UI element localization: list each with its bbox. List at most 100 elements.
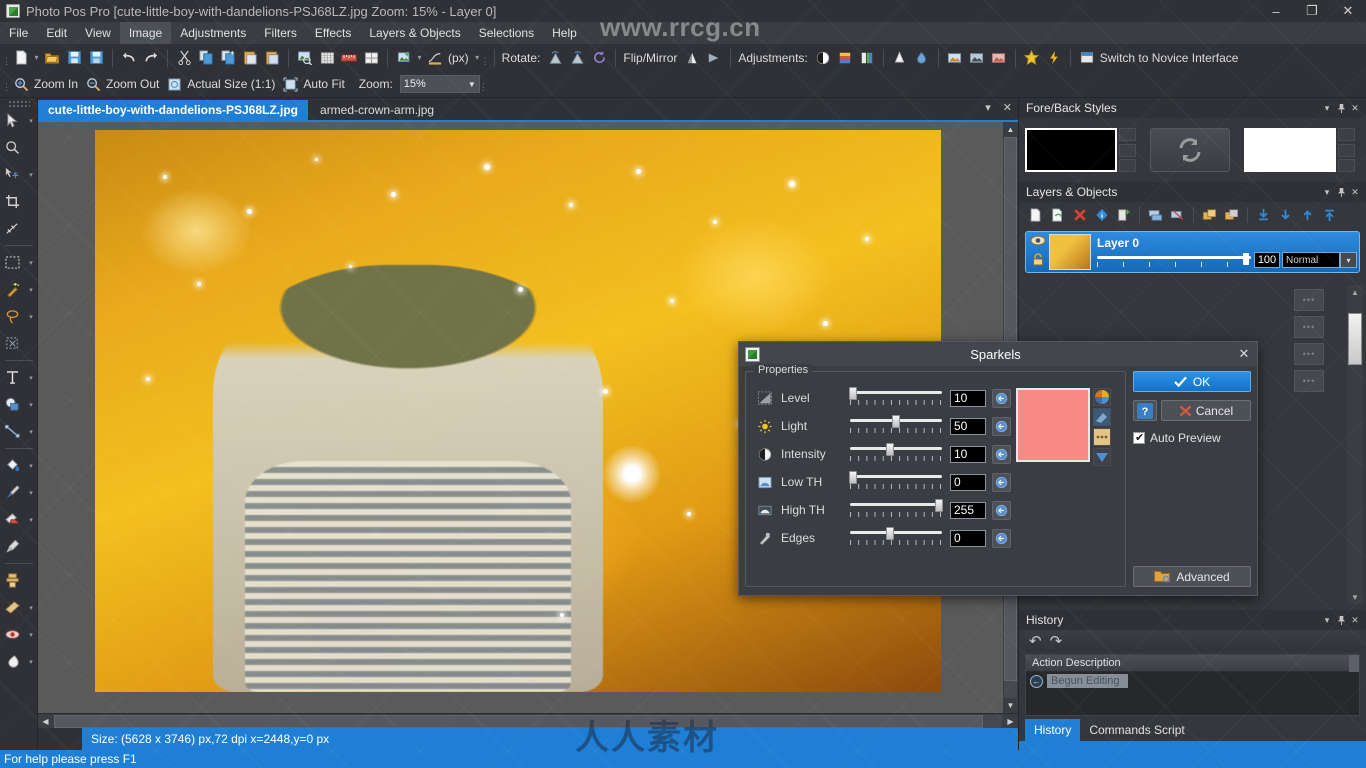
minimize-button[interactable]: – (1258, 0, 1294, 22)
image-resize-icon[interactable] (394, 48, 414, 68)
measure-tool-icon[interactable] (0, 217, 26, 241)
rotate-right-icon[interactable] (567, 48, 587, 68)
tool-text[interactable]: ▾ (0, 364, 38, 391)
zoom-level-select[interactable]: 15% ▼ (399, 75, 480, 93)
foreground-color-wheel-icon[interactable] (1119, 128, 1136, 141)
document-tab-close-icon[interactable]: ✕ (999, 101, 1016, 114)
layers-close-icon[interactable]: ✕ (1348, 184, 1362, 200)
layers-scroll-up-icon[interactable]: ▲ (1347, 285, 1363, 299)
cancel-button[interactable]: Cancel (1161, 400, 1251, 421)
smudge-chevron-down-icon[interactable]: ▾ (26, 650, 37, 674)
placeholder-item[interactable]: ••• (1294, 370, 1324, 392)
auto-color-icon[interactable] (989, 48, 1009, 68)
undo-icon[interactable] (119, 48, 139, 68)
ruler-icon[interactable] (339, 48, 359, 68)
color-wheel-icon[interactable] (1093, 388, 1111, 406)
eraser-tool-icon[interactable] (0, 508, 26, 532)
foreground-pattern-icon[interactable] (1119, 159, 1136, 172)
group-layers-icon[interactable] (1199, 205, 1220, 226)
level-value-input[interactable]: 10 (950, 389, 986, 407)
layer-row[interactable]: Layer 0 100 Normal ▾ (1025, 231, 1360, 273)
high-th-slider[interactable] (850, 499, 944, 521)
menu-item-adjustments[interactable]: Adjustments (171, 22, 255, 44)
line-tool-icon[interactable] (0, 420, 26, 444)
intensity-slider[interactable] (850, 443, 942, 465)
favorites-icon[interactable] (1022, 48, 1042, 68)
shape-tool-icon[interactable] (0, 393, 26, 417)
placeholder-item[interactable]: ••• (1294, 289, 1324, 311)
color-balance-icon[interactable] (857, 48, 877, 68)
layers-scroll-down-icon[interactable]: ▼ (1347, 590, 1363, 604)
copy-merged-icon[interactable] (218, 48, 238, 68)
transform-tool-icon[interactable] (0, 332, 26, 356)
history-pin-icon[interactable] (1334, 612, 1348, 628)
history-grid-scrollbar[interactable] (1349, 655, 1359, 672)
pan-tool-chevron-down-icon[interactable]: ▾ (26, 163, 37, 187)
rotate-left-icon[interactable] (545, 48, 565, 68)
scroll-right-icon[interactable]: ▶ (1003, 714, 1018, 729)
actual-size-label[interactable]: Actual Size (1:1) (187, 77, 275, 91)
paste-into-icon[interactable] (262, 48, 282, 68)
lasso-chevron-down-icon[interactable]: ▾ (26, 305, 37, 329)
menu-item-selections[interactable]: Selections (470, 22, 543, 44)
menu-item-help[interactable]: Help (543, 22, 586, 44)
grid-icon[interactable] (317, 48, 337, 68)
move-tool-icon[interactable] (0, 109, 26, 133)
scroll-up-icon[interactable]: ▲ (1003, 122, 1018, 137)
advanced-button[interactable]: Advanced (1133, 566, 1251, 587)
zoom-chevron-down-icon[interactable]: ▼ (468, 80, 476, 89)
intensity-reset-icon[interactable] (992, 444, 1011, 464)
delete-layer-icon[interactable] (1069, 205, 1090, 226)
swap-colors-button[interactable] (1150, 128, 1230, 172)
low-th-slider-knob[interactable] (848, 471, 857, 484)
sparkels-dialog-close-icon[interactable]: ✕ (1231, 342, 1257, 366)
text-tool-chevron-down-icon[interactable]: ▾ (26, 366, 37, 390)
crop-tool-icon[interactable] (0, 190, 26, 214)
eye-icon[interactable] (1030, 235, 1046, 249)
zoom-out-icon[interactable] (83, 74, 103, 94)
close-button[interactable]: ✕ (1330, 0, 1366, 22)
history-close-icon[interactable]: ✕ (1348, 612, 1362, 628)
zoom-tool-icon[interactable] (0, 136, 26, 160)
history-row-marker-icon[interactable]: ← (1030, 674, 1043, 688)
smudge-tool-icon[interactable] (0, 650, 26, 674)
brush-chevron-down-icon[interactable]: ▾ (26, 481, 37, 505)
hscroll-track[interactable] (54, 714, 1002, 728)
layers-scroll-thumb[interactable] (1348, 313, 1362, 365)
menu-item-view[interactable]: View (76, 22, 120, 44)
redo-icon[interactable] (141, 48, 161, 68)
scroll-down-icon[interactable]: ▼ (1003, 698, 1018, 713)
light-slider[interactable] (850, 415, 942, 437)
line-tool-chevron-down-icon[interactable]: ▾ (26, 420, 37, 444)
edges-slider[interactable] (850, 527, 942, 549)
save-as-icon[interactable] (86, 48, 106, 68)
tool-paint-bucket[interactable]: ▾ (0, 452, 38, 479)
flatten-icon[interactable] (1167, 205, 1188, 226)
move-to-top-icon[interactable] (1319, 205, 1340, 226)
tool-clone-stamp[interactable] (0, 567, 38, 594)
actual-size-icon[interactable] (164, 74, 184, 94)
restore-button[interactable]: ❐ (1294, 0, 1330, 22)
menu-item-image[interactable]: Image (119, 22, 172, 44)
help-button[interactable]: ? (1133, 400, 1157, 421)
tool-line[interactable]: ▾ (0, 418, 38, 445)
curve-icon[interactable] (425, 48, 445, 68)
tool-lasso[interactable]: ▾ (0, 303, 38, 330)
white-balance-icon[interactable] (890, 48, 910, 68)
red-eye-chevron-down-icon[interactable]: ▾ (26, 623, 37, 647)
menu-item-layers-objects[interactable]: Layers & Objects (360, 22, 469, 44)
tool-shape[interactable]: ▾ (0, 391, 38, 418)
flip-horizontal-icon[interactable] (682, 48, 702, 68)
light-value-input[interactable]: 50 (950, 417, 986, 435)
document-tab-active[interactable]: cute-little-boy-with-dandelions-PSJ68LZ.… (38, 100, 309, 120)
copy-icon[interactable] (196, 48, 216, 68)
low-th-reset-icon[interactable] (992, 472, 1011, 492)
layer-blend-mode-value[interactable]: Normal (1282, 252, 1340, 268)
history-row[interactable]: ← Begun Editing (1026, 672, 1359, 690)
zoom-toolbar-grip-2[interactable]: ⋮ (479, 75, 488, 93)
intensity-slider-knob[interactable] (886, 443, 895, 456)
history-grid[interactable]: Action Description ← Begun Editing (1025, 654, 1360, 716)
tab-commands-script[interactable]: Commands Script (1080, 719, 1193, 741)
menu-item-file[interactable]: File (0, 22, 37, 44)
tool-transform[interactable] (0, 330, 38, 357)
